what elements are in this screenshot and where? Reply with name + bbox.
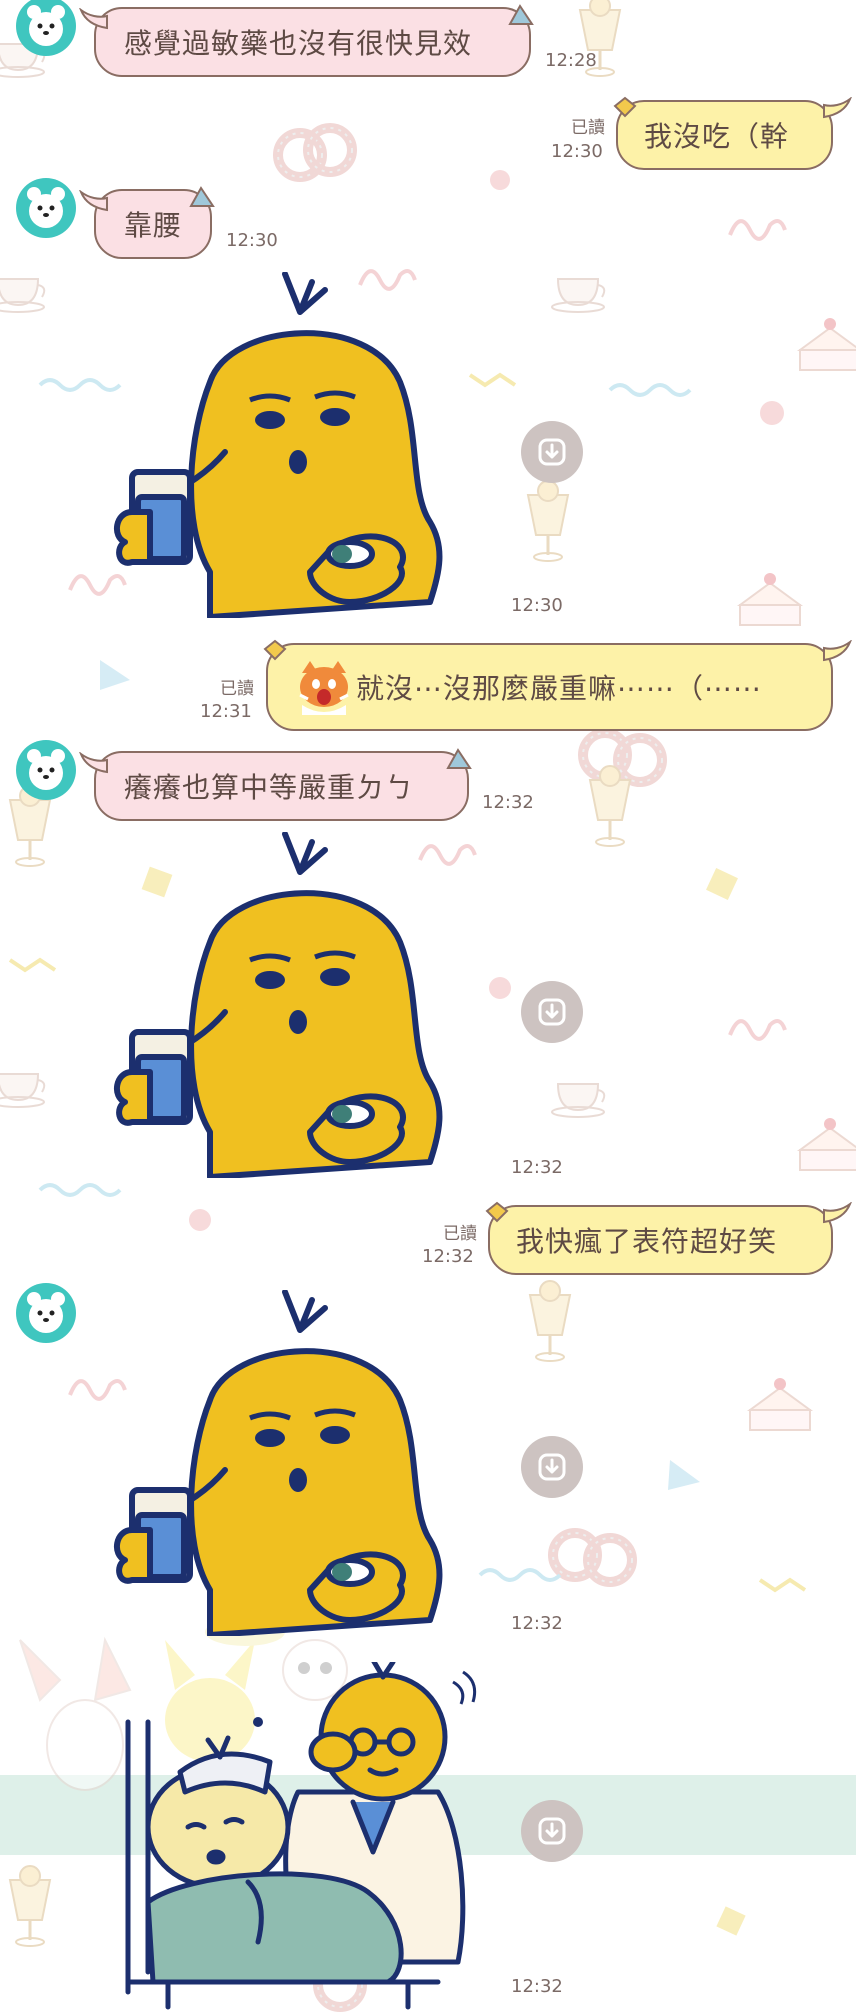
message-time: 12:28 <box>545 50 597 71</box>
shocked-cat-emoji <box>299 661 349 715</box>
message-time: 12:32 <box>482 792 534 813</box>
bear-avatar-icon[interactable] <box>16 0 76 56</box>
message-time: 12:31 <box>200 701 252 722</box>
message-bubble-outgoing[interactable]: 就沒⋯沒那麼嚴重嘛⋯⋯（⋯⋯ <box>266 643 833 731</box>
message-bubble-incoming[interactable]: 感覺過敏藥也沒有很快見效 <box>94 7 531 77</box>
download-icon[interactable] <box>521 981 583 1043</box>
bubble-corner-icon <box>446 748 472 769</box>
yellow-man-drinking-water-sticker[interactable] <box>110 272 450 618</box>
bear-avatar-icon[interactable] <box>16 740 76 800</box>
message-text: 靠腰 <box>124 209 183 242</box>
bubble-tail-icon <box>823 1202 852 1224</box>
bubble-corner-icon <box>485 1201 509 1223</box>
yellow-man-drinking-water-sticker[interactable] <box>110 1290 450 1636</box>
message-text: 就沒⋯沒那麼嚴重嘛⋯⋯（⋯⋯ <box>356 672 763 705</box>
doctor-visiting-patient-sticker[interactable] <box>108 1662 478 2012</box>
message-time: 12:30 <box>226 230 278 251</box>
bubble-corner-icon <box>189 186 215 207</box>
message-time: 12:32 <box>511 1613 563 1634</box>
bubble-corner-icon <box>613 96 637 118</box>
message-text: 癢癢也算中等嚴重ㄉㄅ <box>124 771 415 804</box>
message-text: 我沒吃（幹 <box>644 120 790 153</box>
message-bubble-incoming[interactable]: 癢癢也算中等嚴重ㄉㄅ <box>94 751 469 821</box>
download-icon[interactable] <box>521 1800 583 1862</box>
bubble-tail-icon <box>79 752 108 774</box>
message-time: 12:32 <box>511 1976 563 1997</box>
download-icon[interactable] <box>521 1436 583 1498</box>
read-receipt: 已讀 <box>571 118 605 138</box>
bubble-tail-icon <box>823 97 852 119</box>
bubble-tail-icon <box>79 190 108 212</box>
bubble-corner-icon <box>263 639 287 661</box>
bear-avatar-icon[interactable] <box>16 1283 76 1343</box>
message-bubble-outgoing[interactable]: 我沒吃（幹 <box>616 100 833 170</box>
download-icon[interactable] <box>521 421 583 483</box>
read-receipt: 已讀 <box>220 679 254 699</box>
message-bubble-outgoing[interactable]: 我快瘋了表符超好笑 <box>488 1205 833 1275</box>
message-time: 12:30 <box>511 595 563 616</box>
message-text: 感覺過敏藥也沒有很快見效 <box>124 27 473 60</box>
bubble-tail-icon <box>79 8 108 30</box>
bear-avatar-icon[interactable] <box>16 178 76 238</box>
yellow-man-drinking-water-sticker[interactable] <box>110 832 450 1178</box>
message-time: 12:32 <box>511 1157 563 1178</box>
bubble-corner-icon <box>508 4 534 25</box>
message-text: 我快瘋了表符超好笑 <box>516 1225 778 1258</box>
read-receipt: 已讀 <box>443 1224 477 1244</box>
message-time: 12:32 <box>422 1246 474 1267</box>
bubble-tail-icon <box>823 640 852 662</box>
message-time: 12:30 <box>551 141 603 162</box>
